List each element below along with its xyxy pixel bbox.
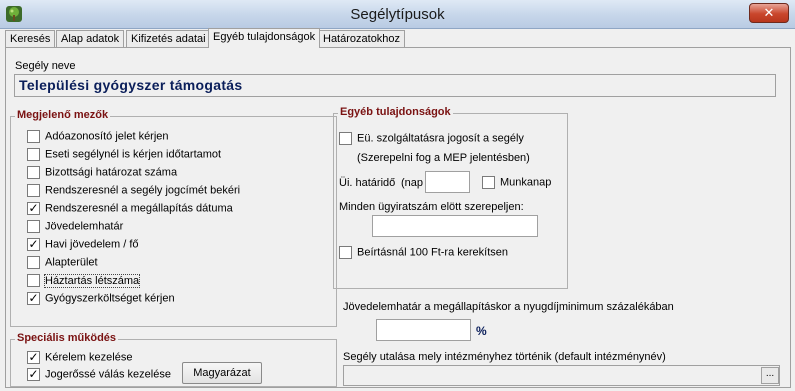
check-icon: ✓	[28, 367, 39, 381]
tab-alap-adatok[interactable]: Alap adatok	[56, 30, 125, 47]
checkbox-eseti-idotartam[interactable]: Eseti segélynél is kérjen időtartamot	[27, 148, 221, 163]
checkbox-box[interactable]: ✓	[27, 237, 40, 251]
magyarazat-button[interactable]: Magyarázat	[182, 362, 262, 384]
browse-button[interactable]: ...	[761, 367, 779, 384]
checkbox-box[interactable]	[27, 166, 40, 179]
jovedelemhatar-label: Jövedelemhatár a megállapításkor a nyugd…	[343, 301, 674, 313]
specialis-mukodes-group: Speciális működés ✓ Kérelem kezelése ✓ Jog…	[10, 332, 337, 387]
specialis-mukodes-title: Speciális működés	[15, 332, 119, 344]
checkbox-gyogyszerkoltseg[interactable]: ✓ Gyógyszerköltséget kérjen	[27, 291, 175, 307]
egyeb-tulajdonsagok-title: Egyéb tulajdonságok	[338, 106, 453, 118]
checkbox-box[interactable]: ✓	[27, 291, 40, 305]
nap-label: (nap	[401, 177, 424, 189]
checkbox-eu-szolgaltatas[interactable]: Eü. szolgáltatásra jogosít a segély	[339, 132, 524, 147]
checkbox-kerelem-kezelese[interactable]: ✓ Kérelem kezelése	[27, 350, 132, 366]
checkbox-jovedelemhatar[interactable]: Jövedelemhatár	[27, 220, 123, 235]
jovedelemhatar-input[interactable]	[376, 319, 471, 341]
checkbox-havi-jovedelem[interactable]: ✓ Havi jövedelem / fő	[27, 237, 139, 253]
mep-note: (Szerepelni fog a MEP jelentésben)	[357, 152, 530, 164]
checkbox-box[interactable]	[27, 220, 40, 233]
checkbox-box[interactable]: ✓	[27, 367, 40, 381]
check-icon: ✓	[28, 237, 39, 251]
checkbox-box[interactable]	[27, 184, 40, 197]
checkbox-box[interactable]	[482, 176, 495, 189]
percent-unit: %	[476, 324, 487, 338]
tab-kereses[interactable]: Keresés	[5, 30, 56, 47]
checkbox-box[interactable]	[339, 132, 352, 145]
checkbox-bizottsagi[interactable]: Bizottsági határozat száma	[27, 166, 177, 181]
close-icon: ✕	[763, 5, 775, 20]
checkbox-jogcim[interactable]: Rendszeresnél a segély jogcímét bekéri	[27, 184, 240, 199]
intezmeny-field[interactable]	[343, 365, 780, 386]
checkbox-adoazonosito[interactable]: Adóazonosító jelet kérjen	[27, 130, 169, 145]
minden-ugyiratszam-label: Minden ügyiratszám elött szerepeljen:	[339, 201, 524, 213]
checkbox-megallapitas-datuma[interactable]: ✓ Rendszeresnél a megállapítás dátuma	[27, 201, 233, 217]
check-icon: ✓	[28, 291, 39, 305]
tab-hatarozatokhoz[interactable]: Határozatokhoz	[318, 30, 406, 47]
nap-input[interactable]	[425, 171, 470, 193]
ugyiratszam-prefix-input[interactable]	[372, 215, 538, 237]
checkbox-haztartas[interactable]: Háztartás létszáma	[27, 273, 141, 289]
intezmeny-label: Segély utalása mely intézményhez történi…	[343, 351, 666, 363]
checkbox-alapterulet[interactable]: Alapterület	[27, 256, 98, 271]
checkbox-box[interactable]	[27, 130, 40, 143]
megjeleno-mezok-title: Megjelenő mezők	[15, 109, 111, 121]
window-title: Segélytípusok	[350, 6, 445, 23]
title-bar: Segélytípusok ✕	[0, 0, 795, 29]
segely-neve-label: Segély neve	[15, 60, 76, 72]
ui-hatarido-label: Üi. határidő	[339, 177, 396, 189]
checkbox-jogerosse-valas[interactable]: ✓ Jogerőssé válás kezelése	[27, 367, 171, 383]
checkbox-box[interactable]	[27, 256, 40, 269]
tab-egyeb-tulajdonsagok[interactable]: Egyéb tulajdonságok	[208, 28, 321, 48]
egyeb-tulajdonsagok-group: Egyéb tulajdonságok Eü. szolgáltatásra j…	[333, 106, 568, 289]
segely-neve-field[interactable]: Települési gyógyszer támogatás	[14, 74, 776, 97]
tab-kifizetes-adatai[interactable]: Kifizetés adatai	[126, 30, 211, 47]
check-icon: ✓	[28, 201, 39, 215]
checkbox-beiratas-kerekites[interactable]: Beírtásnál 100 Ft-ra kerekítsen	[339, 246, 508, 261]
checkbox-box[interactable]: ✓	[27, 201, 40, 215]
checkbox-box[interactable]	[339, 246, 352, 259]
tab-panel: Segély neve Települési gyógyszer támogat…	[5, 47, 791, 388]
checkbox-box[interactable]	[27, 274, 40, 287]
checkbox-munkanap[interactable]: Munkanap	[482, 176, 551, 191]
close-button[interactable]: ✕	[749, 3, 789, 23]
checkbox-box[interactable]: ✓	[27, 350, 40, 364]
checkbox-box[interactable]	[27, 148, 40, 161]
check-icon: ✓	[28, 350, 39, 364]
megjeleno-mezok-group: Megjelenő mezők Adóazonosító jelet kérje…	[10, 109, 337, 327]
